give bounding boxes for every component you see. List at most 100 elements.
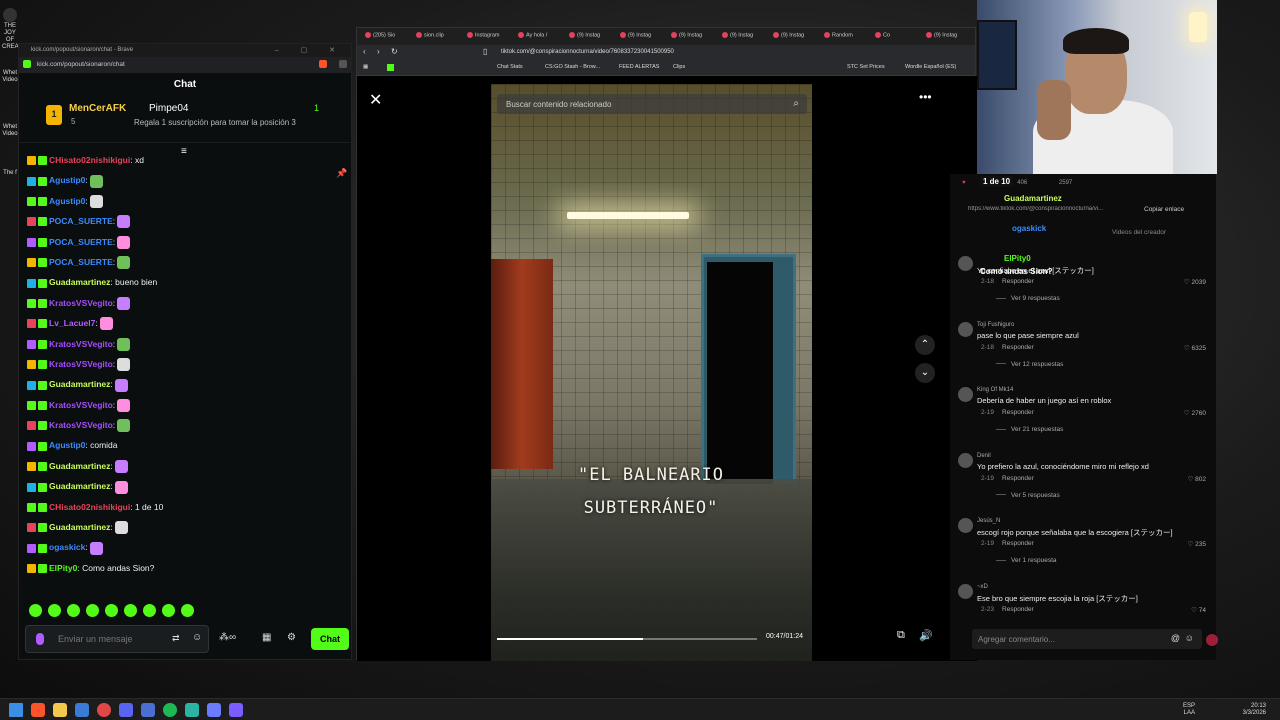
vscode-icon[interactable] (75, 703, 89, 717)
reply-button[interactable]: Responder (1002, 606, 1034, 613)
browser-tab[interactable]: (9) Instag (722, 32, 753, 38)
comment-likes[interactable]: ♡ 6325 (1184, 344, 1206, 352)
browser-tab[interactable]: Co (875, 32, 890, 38)
comment-likes[interactable]: ♡ 2760 (1184, 409, 1206, 417)
chat-username[interactable]: Guadamartinez (49, 379, 110, 389)
chat-username[interactable]: Guadamartinez (49, 522, 110, 532)
chat-username[interactable]: KratosVSVegito (49, 298, 113, 308)
clock[interactable]: 20:13 3/3/2026 (1226, 703, 1266, 717)
next-video-button[interactable]: ⌄ (915, 363, 935, 383)
emote-icon[interactable] (86, 604, 99, 617)
heart-icon[interactable]: ♡ (1188, 541, 1196, 548)
mic-icon[interactable] (36, 633, 44, 645)
like-icon[interactable]: ♥ (962, 180, 966, 186)
mention-icon[interactable]: @ (1171, 633, 1180, 643)
heart-icon[interactable]: ♡ (1188, 476, 1196, 483)
commenter-avatar[interactable] (958, 387, 973, 402)
explorer-icon[interactable] (53, 703, 67, 717)
browser-tab[interactable]: (9) Instag (620, 32, 651, 38)
forward-icon[interactable]: › (377, 47, 380, 56)
chat-username[interactable]: CHisato02nishikigui (49, 502, 130, 512)
reply-button[interactable]: Responder (1002, 278, 1034, 285)
commenter-name[interactable]: Toji Fushiguro (977, 322, 1014, 328)
comment-likes[interactable]: ♡ 802 (1188, 475, 1207, 483)
browser-tab[interactable]: Instagram (467, 32, 499, 38)
second-gifter-name[interactable]: Pimpe04 (149, 103, 188, 114)
store-icon[interactable]: ▦ (262, 632, 271, 643)
back-icon[interactable]: ‹ (363, 47, 366, 56)
view-replies-button[interactable]: Ver 21 respuestas (996, 426, 1063, 433)
commenter-name[interactable]: ~xD (977, 584, 988, 590)
copy-link-button[interactable]: Copiar enlace (1144, 206, 1184, 213)
emote-icon[interactable] (181, 604, 194, 617)
emote-icon[interactable] (105, 604, 118, 617)
commenter-name[interactable]: Jesús_N (977, 518, 1000, 524)
emote-icon[interactable] (67, 604, 80, 617)
browser-tab[interactable]: Ay hola / (518, 32, 547, 38)
emote-icon[interactable] (143, 604, 156, 617)
add-comment-input[interactable]: Agregar comentario... @ ☺ (972, 629, 1202, 649)
emote-icon[interactable] (48, 604, 61, 617)
bookmark-clips[interactable]: Clips (673, 64, 685, 70)
chat-username[interactable]: KratosVSVegito (49, 339, 113, 349)
obs-icon[interactable] (229, 703, 243, 717)
app-icon[interactable] (207, 703, 221, 717)
reload-icon[interactable]: ↻ (391, 47, 398, 56)
heart-icon[interactable]: ♡ (1184, 345, 1192, 352)
chat-username[interactable]: CHisato02nishikigui (49, 155, 130, 165)
reply-button[interactable]: Responder (1002, 344, 1034, 351)
chat-username[interactable]: KratosVSVegito (49, 420, 113, 430)
brave-shield-icon[interactable] (319, 60, 327, 68)
commenter-avatar[interactable] (958, 583, 973, 599)
heart-icon[interactable]: ♡ (1184, 410, 1192, 417)
reply-button[interactable]: Responder (1002, 409, 1034, 416)
emoji-icon[interactable]: ☺ (1185, 633, 1194, 643)
browser-tab[interactable]: (9) Instag (926, 32, 957, 38)
post-comment-icon[interactable] (1206, 634, 1218, 646)
comment-likes[interactable]: ♡ 74 (1191, 606, 1206, 614)
commenter-name[interactable]: King Of Mk14 (977, 387, 1013, 393)
pip-icon[interactable]: ⧉ (897, 629, 905, 642)
bookmark-csgo-stash[interactable]: CS:GO Stash - Brow... (545, 64, 600, 70)
address-bar[interactable]: kick.com/popout/sionaron/chat (19, 57, 351, 73)
heart-icon[interactable]: ♡ (1191, 607, 1199, 614)
chat-username[interactable]: KratosVSVegito (49, 359, 113, 369)
comment-likes[interactable]: ♡ 235 (1188, 540, 1207, 548)
spotify-icon[interactable] (163, 703, 177, 717)
comment-likes[interactable]: ♡ 2039 (1184, 278, 1206, 286)
reply-button[interactable]: Responder (1002, 540, 1034, 547)
chat-username[interactable]: ogaskick (49, 542, 85, 552)
emoji-icon[interactable]: ☺ (192, 632, 202, 643)
emote-icon[interactable] (29, 604, 42, 617)
community-icon[interactable]: ⁂∞ (219, 632, 236, 643)
discord-icon[interactable] (119, 703, 133, 717)
browser-tab[interactable]: (9) Instag (671, 32, 702, 38)
bookmark-chat-stats[interactable]: Chat Stats (497, 64, 523, 70)
brave-icon[interactable] (31, 703, 45, 717)
creator-videos-tab[interactable]: Videos del creador (1112, 229, 1166, 236)
volume-icon[interactable]: 🔊 (919, 629, 933, 642)
desktop-shortcut[interactable]: Whet Video (2, 124, 18, 138)
commenter-avatar[interactable] (958, 452, 973, 468)
chat-username[interactable]: Guadamartinez (49, 481, 110, 491)
reply-button[interactable]: Responder (1002, 475, 1034, 482)
chat-username[interactable]: POCA_SUERTE (49, 216, 113, 226)
previous-video-button[interactable]: ⌃ (915, 335, 935, 355)
desktop-shortcut[interactable]: THE JOY OF CREATIO... (2, 8, 33, 51)
view-replies-button[interactable]: Ver 9 respuestas (996, 295, 1060, 302)
browser-tab[interactable]: (9) Instag (773, 32, 804, 38)
video-progress-bar[interactable] (497, 638, 757, 640)
commenter-avatar[interactable] (958, 256, 973, 271)
related-search-bar[interactable]: Buscar contenido relacionado ⌕ (497, 94, 807, 114)
commenter-name[interactable]: Denil (977, 453, 991, 459)
video-player[interactable]: "EL BALNEARIO SUBTERRÁNEO" Buscar conten… (491, 84, 812, 661)
emote-icon[interactable] (162, 604, 175, 617)
desktop-shortcut[interactable]: Whet Video (2, 70, 18, 84)
address-bar[interactable]: ‹ › ↻ ▯ tiktok.com/@conspiracionnocturna… (357, 45, 975, 60)
chat-username[interactable]: POCA_SUERTE (49, 237, 113, 247)
chat-username[interactable]: Guadamartinez (49, 461, 110, 471)
chat-username[interactable]: ElPity0 (49, 563, 77, 573)
chat-username[interactable]: Lv_Lacuel7 (49, 318, 95, 328)
chat-input-box[interactable]: ⇄ ☺ (25, 625, 209, 653)
browser-tab[interactable]: (205) Sio (365, 32, 395, 38)
